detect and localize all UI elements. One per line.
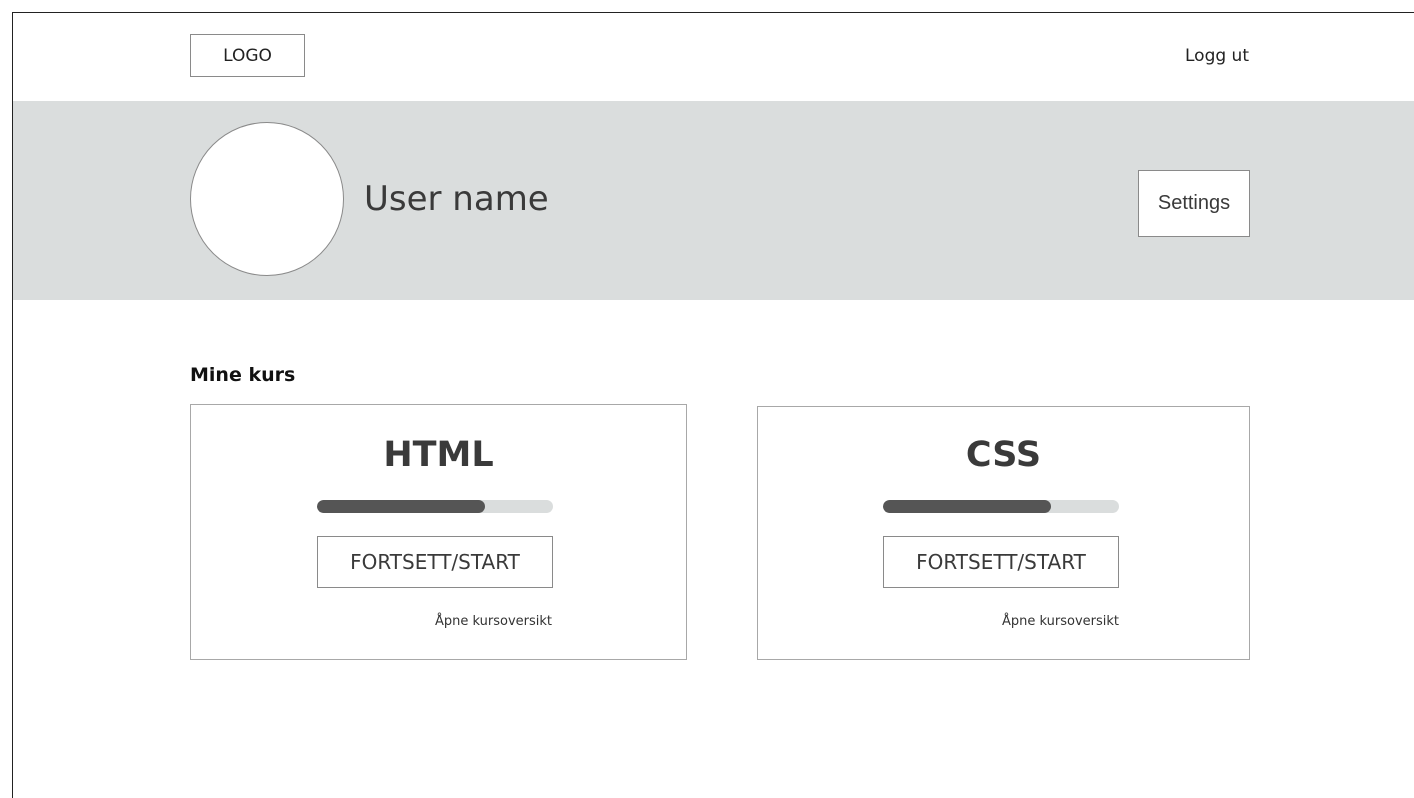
continue-start-button[interactable]: FORTSETT/START — [317, 536, 553, 588]
settings-button[interactable]: Settings — [1138, 170, 1250, 237]
continue-start-label: FORTSETT/START — [916, 550, 1086, 574]
logo-text: LOGO — [223, 45, 272, 66]
user-name: User name — [364, 179, 549, 219]
avatar — [190, 122, 344, 276]
logout-link[interactable]: Logg ut — [1185, 46, 1249, 66]
course-title: HTML — [383, 435, 494, 475]
course-card: HTML FORTSETT/START Åpne kursoversikt — [190, 404, 687, 660]
continue-start-button[interactable]: FORTSETT/START — [883, 536, 1119, 588]
course-overview-link[interactable]: Åpne kursoversikt — [1002, 614, 1119, 629]
settings-button-label: Settings — [1157, 192, 1231, 214]
continue-start-label: FORTSETT/START — [350, 550, 520, 574]
course-card: CSS FORTSETT/START Åpne kursoversikt — [757, 406, 1250, 660]
progress-bar — [883, 500, 1119, 513]
section-title: Mine kurs — [190, 364, 296, 386]
logo[interactable]: LOGO — [190, 34, 305, 77]
course-overview-link[interactable]: Åpne kursoversikt — [435, 614, 552, 629]
progress-bar — [317, 500, 553, 513]
course-title: CSS — [965, 435, 1042, 475]
progress-fill — [317, 500, 485, 513]
progress-fill — [883, 500, 1051, 513]
